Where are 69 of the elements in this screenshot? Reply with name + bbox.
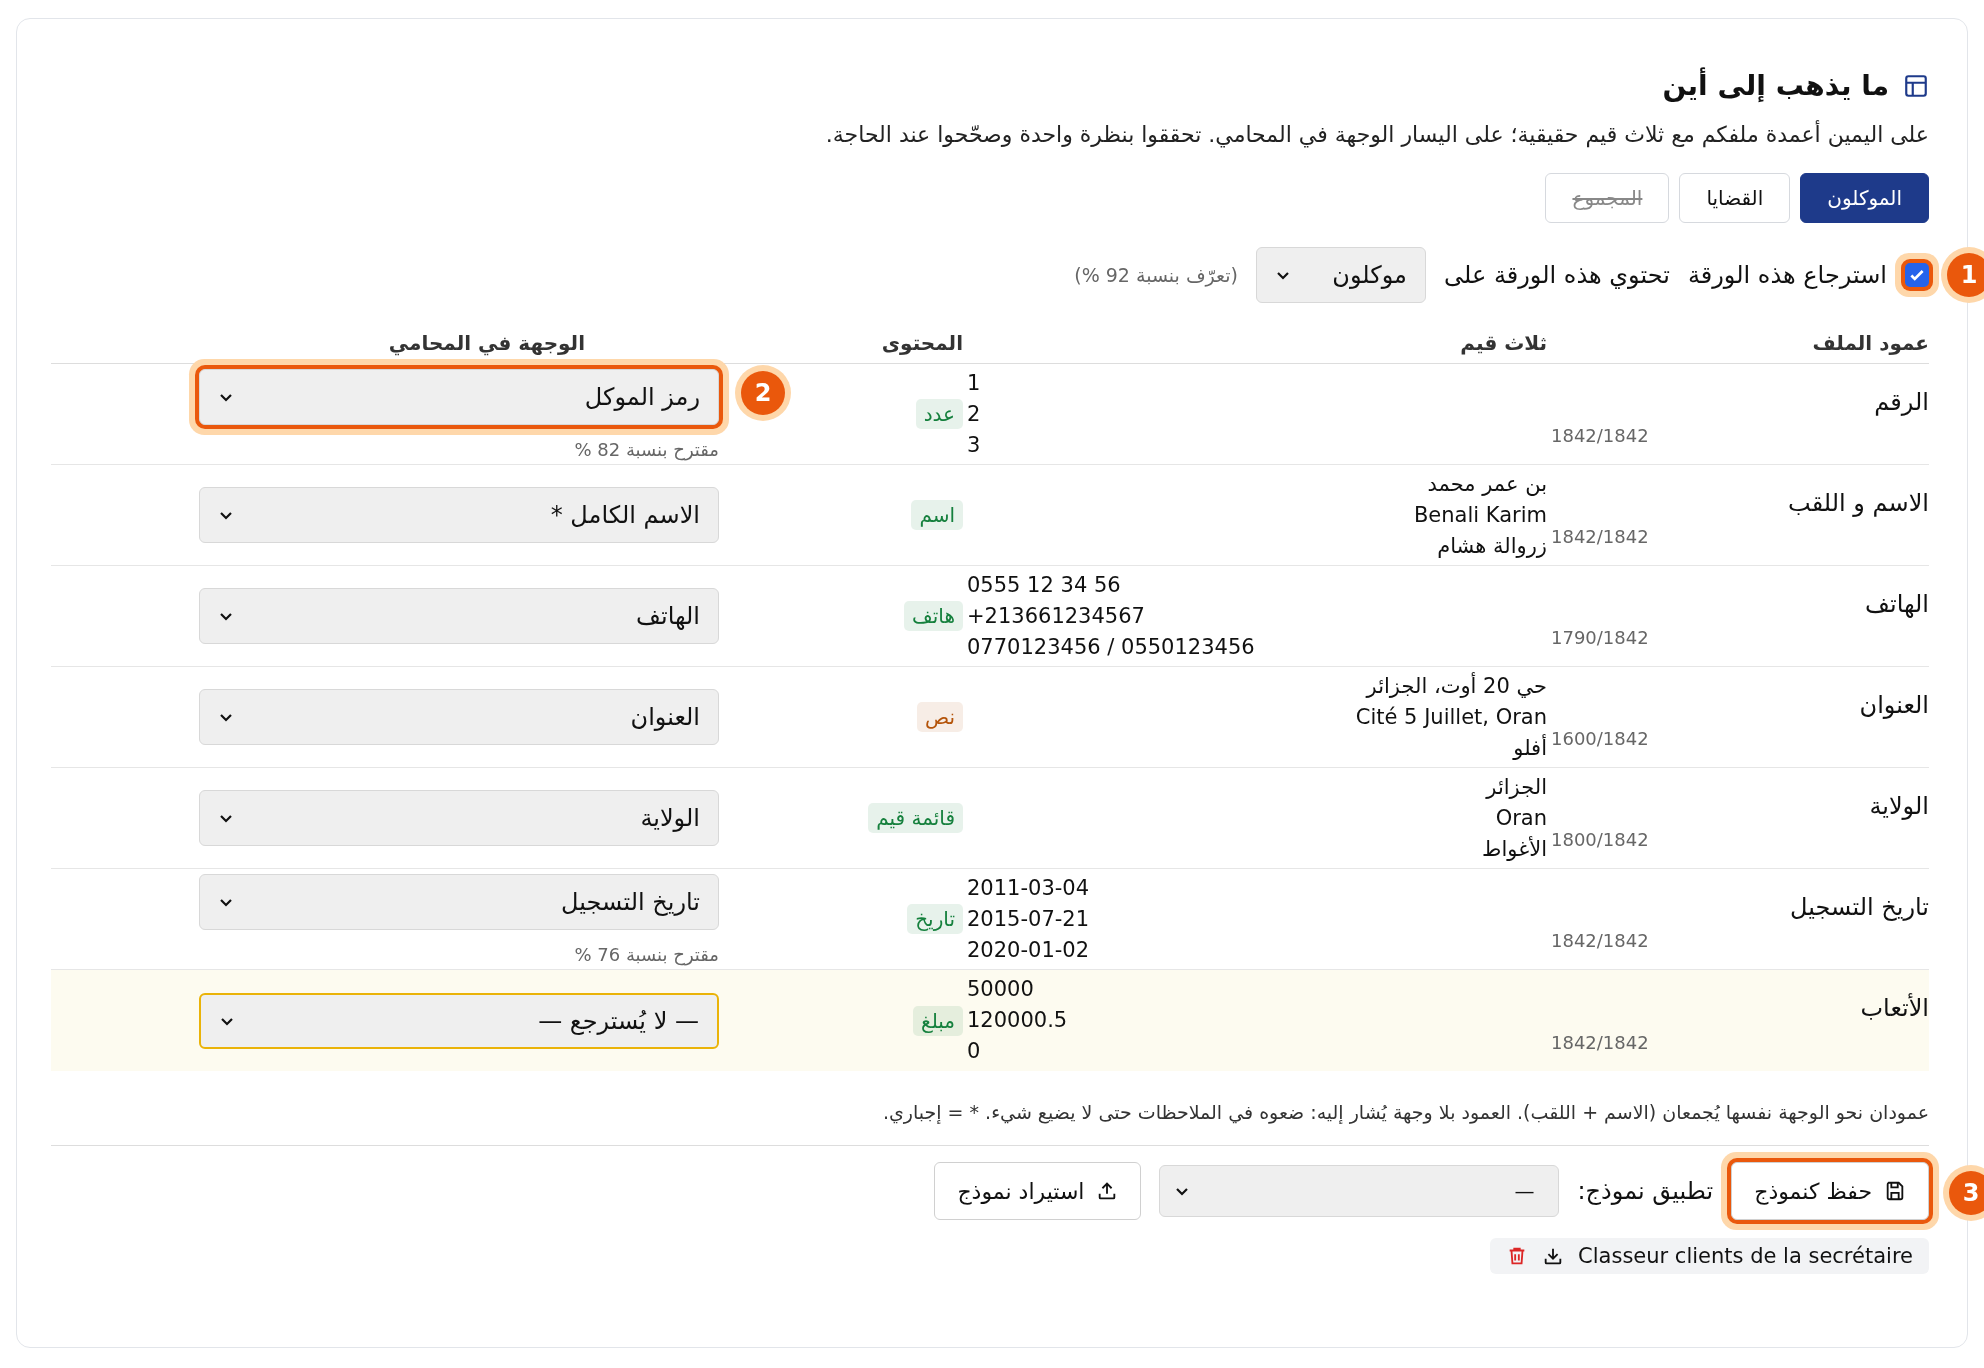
suggestion-text: مقترح بنسبة 82 % — [574, 438, 719, 460]
column-name: الولاية — [1869, 792, 1929, 820]
type-tag: تاريخ — [907, 904, 963, 934]
sample-value: حي 20 أوت، الجزائر — [1364, 671, 1547, 700]
sample-value: 0770123456 / 0550123456 — [967, 633, 1256, 661]
sample-value: بن عمر محمد — [1426, 470, 1547, 498]
sample-value: Oran — [1494, 804, 1547, 832]
import-template-button[interactable]: استيراد نموذج — [934, 1162, 1142, 1220]
fill-count: 1600/1842 — [1551, 728, 1649, 749]
fill-count: 1800/1842 — [1551, 829, 1649, 850]
fill-count: 1842/1842 — [1551, 425, 1649, 446]
confidence-text: (تعرّف بنسبة 92 %) — [1074, 264, 1238, 286]
type-tag: نص — [916, 702, 963, 732]
sample-value: 2015-07-21 — [967, 905, 1091, 933]
fill-count: 1842/1842 — [1551, 1032, 1649, 1053]
sample-value: 3 — [967, 431, 982, 459]
sample-value: 2011-03-04 — [967, 874, 1091, 902]
column-name: الرقم — [1874, 388, 1929, 416]
sample-value: 2 — [967, 400, 982, 428]
sample-value: +213661234567 — [967, 602, 1146, 630]
sample-value: 120000.5 — [967, 1007, 1069, 1034]
sample-value: 0555 12 34 56 — [967, 571, 1122, 599]
destination-select[interactable]: تاريخ التسجيل — [199, 873, 719, 930]
column-header: ثلاث قيم — [1459, 331, 1547, 355]
column-header: عمود الملف — [1811, 331, 1929, 355]
column-name: تاريخ التسجيل — [1790, 893, 1929, 921]
sample-value: الأغواط — [1481, 835, 1547, 863]
section-title: ما يذهب إلى أين — [1662, 69, 1889, 102]
field-label: تطبيق نموذج: — [1577, 1177, 1714, 1205]
sheet-type-select[interactable]: موكلون — [1256, 247, 1426, 303]
sample-value: 1 — [967, 369, 982, 397]
type-tag: عدد — [915, 399, 963, 429]
destination-select[interactable]: — لا يُسترجع — — [199, 992, 719, 1049]
column-name: الأتعاب — [1860, 994, 1929, 1022]
fill-count: 1842/1842 — [1551, 526, 1649, 547]
sample-value: أفلو — [1511, 733, 1547, 762]
file-name: Classeur clients de la secrétaire — [1578, 1244, 1913, 1268]
destination-select[interactable]: الولاية — [199, 790, 719, 846]
checkbox-label: استرجاع هذه الورقة — [1687, 261, 1887, 289]
field-label: تحتوي هذه الورقة على — [1444, 261, 1670, 289]
column-name: الهاتف — [1865, 590, 1929, 618]
sample-value: 2020-01-02 — [967, 936, 1091, 964]
suggestion-text: مقترح بنسبة 76 % — [574, 943, 719, 965]
table-icon — [1903, 72, 1929, 99]
template-select[interactable]: — — [1159, 1165, 1560, 1217]
fill-count: 1790/1842 — [1551, 627, 1649, 648]
destination-select[interactable]: الهاتف — [199, 588, 719, 644]
fill-count: 1842/1842 — [1551, 930, 1649, 951]
sample-value: الجزائر — [1484, 773, 1547, 801]
sample-value: Cité 5 Juillet, Oran — [1354, 703, 1547, 731]
type-tag: قائمة قيم — [868, 803, 963, 833]
save-icon — [1884, 1180, 1906, 1202]
tab[interactable]: الموكلون — [1800, 173, 1929, 223]
column-name: العنوان — [1859, 691, 1929, 719]
type-tag: مبلغ — [913, 1005, 963, 1036]
sample-value: 0 — [967, 1038, 982, 1065]
type-tag: اسم — [911, 500, 963, 530]
column-header: الوجهة في المحامي — [387, 331, 585, 355]
sample-value: Benali Karim — [1412, 501, 1547, 529]
note-text: عمودان نحو الوجهة نفسها يُجمعان (الاسم + اللقب). العمود بلا وجهة يُشار إليه: ضعوه في الملاحظات حتى لا يضيع شيء. * = إجباري. — [881, 1101, 1929, 1123]
destination-select[interactable]: الاسم الكامل * — [199, 487, 719, 543]
column-name: الاسم و اللقب — [1788, 489, 1929, 517]
description-text: على اليمين أعمدة ملفكم مع ثلاث قيم حقيقية؛ على اليسار الوجهة في المحامي. تحققوا بنظرة واحدة وصحّحوا عند الحاجة. — [824, 122, 1929, 147]
column-header: المحتوى — [880, 331, 963, 355]
sample-value: زروالة هشام — [1436, 532, 1547, 560]
type-tag: هاتف — [904, 601, 963, 631]
tab[interactable]: القضايا — [1679, 173, 1791, 223]
sample-value: 50000 — [967, 976, 1035, 1003]
destination-select[interactable]: العنوان — [199, 689, 719, 745]
